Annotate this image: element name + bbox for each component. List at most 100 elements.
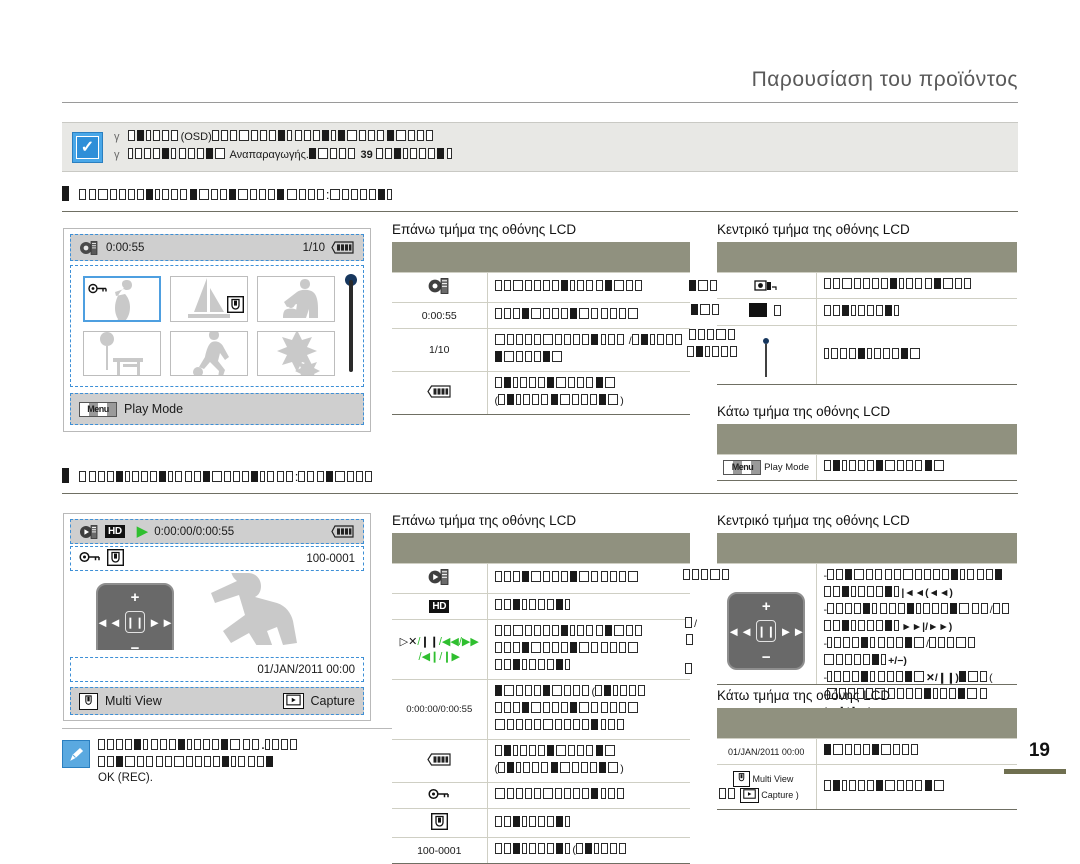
missing-glyph [524,351,532,362]
thumbnail-item-6[interactable] [257,330,335,376]
missing-glyph [841,278,852,289]
missing-glyph [515,719,523,730]
pad-next-icon[interactable]: ►► [148,615,174,630]
missing-glyph [573,719,581,730]
table-2-header-row [717,242,1017,273]
missing-glyph [512,702,520,713]
missing-glyph [177,739,185,750]
missing-glyph [951,569,959,580]
thumbnail-item-3[interactable] [257,276,335,322]
page-header-title: Παρουσίαση του προϊόντος [751,68,1018,91]
missing-glyph [368,130,376,141]
missing-glyph [594,843,600,854]
table-row: 100-0001 ( [392,837,690,864]
missing-glyph [565,659,571,670]
missing-glyph [164,756,172,767]
missing-glyph [845,569,853,580]
missing-glyph [894,620,900,631]
top-note-body: γ (OSD) γ Αναπαραγωγής. 39 [114,129,1012,165]
pad-plus[interactable]: + [131,589,140,606]
missing-glyph [893,744,901,755]
missing-glyph [586,625,594,636]
thumbnail-item-1[interactable] [83,276,161,322]
row-value [487,563,690,594]
missing-glyph [556,599,564,610]
pad-pause-icon[interactable]: ❙❙ [124,611,146,633]
table-2 [687,242,1017,385]
pad-prev-icon[interactable]: ◄◄ [96,615,122,630]
missing-glyph [541,762,549,773]
missing-glyph [547,745,555,756]
missing-glyph [570,702,578,713]
missing-glyph [162,148,170,159]
missing-glyph [220,130,228,141]
missing-glyph [198,189,209,200]
pad-next-icon[interactable]: ►► [779,624,805,639]
pad-pause-icon[interactable]: ❙❙ [756,620,777,642]
missing-glyph [556,377,567,388]
missing-glyph [911,744,919,755]
section-heading-thumbnail: : [62,186,1018,212]
missing-glyph [947,637,955,648]
missing-glyph [146,189,154,200]
missing-glyph [210,189,218,200]
missing-glyph [923,569,931,580]
row-value: ( [487,837,690,864]
missing-glyph [542,685,550,696]
missing-glyph [247,756,255,767]
missing-glyph [494,843,502,854]
missing-glyph [586,377,594,388]
missing-glyph [88,471,96,482]
missing-glyph [705,346,711,357]
missing-glyph [823,304,831,316]
missing-glyph [377,130,385,141]
scrollbar-track[interactable] [349,280,353,372]
missing-glyph [542,308,550,319]
thumbnail-item-4[interactable] [83,330,161,376]
missing-glyph [691,304,698,315]
pad-prev-icon[interactable]: ◄◄ [727,624,753,639]
menu-chip-icon[interactable]: Menu [79,401,117,417]
missing-glyph [387,189,393,200]
missing-glyph [564,719,572,730]
missing-glyph [524,788,532,799]
missing-glyph [533,685,541,696]
missing-glyph [159,739,167,750]
missing-glyph [580,394,588,405]
control-pad-icon[interactable]: + ◄◄ ❙❙ ►► − [96,583,174,650]
missing-glyph [155,756,163,767]
row-key-time: 0:00:00/0:00:55 [392,679,488,740]
thumbnail-item-2[interactable] [170,276,248,322]
missing-glyph [228,189,236,200]
pad-minus[interactable]: − [131,640,140,650]
missing-glyph [620,685,628,696]
missing-glyph [528,599,536,610]
row-value [816,764,1017,810]
missing-glyph [547,599,555,610]
missing-glyph [503,685,514,696]
missing-glyph [128,148,133,159]
capture-icon[interactable] [282,693,304,709]
missing-glyph [638,685,646,696]
missing-glyph [933,278,941,289]
missing-glyph [836,569,844,580]
lcd2-datetime-bar: 01/JAN/2011 00:00 [70,657,364,682]
missing-glyph [604,625,612,636]
missing-glyph [118,189,126,200]
table-row [392,563,690,594]
missing-glyph [537,745,545,756]
missing-glyph [238,189,249,200]
thumbnail-item-5[interactable] [170,330,248,376]
missing-glyph [298,189,306,200]
missing-glyph [844,744,852,755]
multi-view-icon[interactable] [79,692,98,710]
table-row [392,272,690,303]
missing-glyph [866,304,874,316]
missing-glyph [861,671,869,682]
missing-glyph [519,377,527,388]
thumbnail-grid[interactable] [83,276,335,376]
missing-glyph [604,685,612,696]
missing-glyph [542,334,553,345]
missing-glyph [276,471,284,482]
row-value: / [487,328,690,372]
